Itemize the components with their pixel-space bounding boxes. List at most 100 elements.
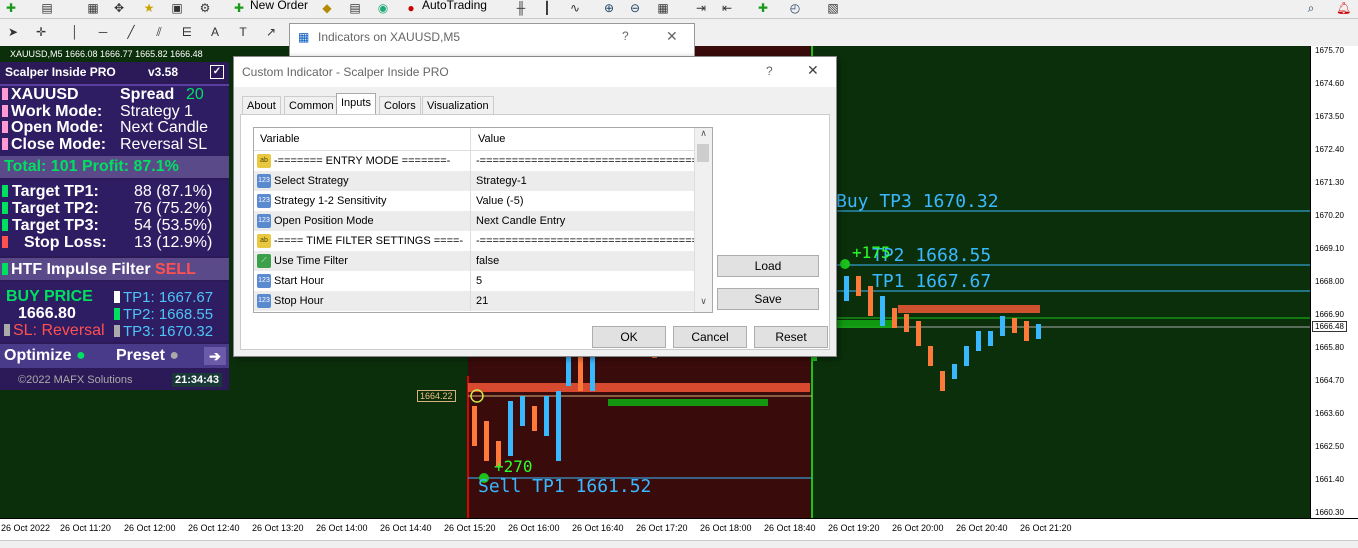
target-row: Stop Loss: 13 (12.9%) (0, 234, 229, 252)
options-icon[interactable]: ▤ (348, 1, 362, 15)
dialog-title: Custom Indicator - Scalper Inside PRO (242, 65, 449, 79)
time-tick: 26 Oct 20:00 (892, 523, 944, 533)
target-row: Target TP3: 54 (53.5%) (0, 217, 229, 235)
reset-button[interactable]: Reset (754, 326, 828, 348)
input-row[interactable]: ab -==== TIME FILTER SETTINGS ====- -=====… (254, 231, 695, 251)
zoom-out-icon[interactable]: ⊖ (628, 1, 642, 15)
panel-checkbox-icon[interactable]: ✓ (210, 65, 224, 79)
preset-button[interactable]: Preset ● (116, 347, 179, 365)
optimize-button[interactable]: Optimize ● (4, 347, 86, 365)
indicators-close-button[interactable]: ✕ (666, 28, 678, 45)
candles-icon[interactable]: ┃ (540, 1, 554, 15)
target-value: 88 (87.1%) (134, 183, 213, 200)
cursor-icon[interactable]: ➤ (6, 25, 20, 39)
scroll-thumb[interactable] (697, 144, 709, 162)
tab-visualization[interactable]: Visualization (422, 96, 494, 115)
horizontal-line-icon[interactable]: ─ (96, 25, 110, 39)
autotrading-icon[interactable]: ● (404, 1, 418, 15)
alert-icon[interactable]: 🔔︎ (1336, 1, 1351, 15)
next-arrow-icon[interactable]: ➔ (204, 347, 226, 365)
input-row[interactable]: 123 Open Position Mode Next Candle Entry (254, 211, 695, 231)
tab-common[interactable]: Common (284, 96, 339, 115)
signals-icon[interactable]: ◉ (376, 1, 390, 15)
input-row[interactable]: 123 Select Strategy Strategy-1 (254, 171, 695, 191)
cancel-button[interactable]: Cancel (673, 326, 747, 348)
indicators-help-button[interactable]: ? (622, 29, 629, 43)
autotrading-button[interactable]: AutoTrading (422, 0, 487, 12)
tester-icon[interactable]: ⚙ (198, 1, 212, 15)
target-value: 13 (12.9%) (134, 234, 213, 251)
input-variable: Start Hour (274, 275, 325, 287)
buy-tp-hit-marker (840, 259, 850, 269)
arrows-icon[interactable]: ↗ (264, 25, 278, 39)
autoscroll-icon[interactable]: ⇥ (694, 1, 708, 15)
text-icon[interactable]: A (208, 25, 222, 39)
indicators-dialog: ▦ Indicators on XAUUSD,M5 ? ✕ (289, 23, 695, 59)
preset-dot-icon: ● (169, 347, 180, 364)
line-chart-icon[interactable]: ∿ (568, 1, 582, 15)
terminal-icon[interactable]: ▣ (170, 1, 184, 15)
input-row[interactable]: 123 Strategy 1-2 Sensitivity Value (-5) (254, 191, 695, 211)
profiles-icon[interactable]: ▤ (40, 1, 54, 15)
input-variable: Open Position Mode (274, 215, 374, 227)
panel-version: v3.58 (148, 65, 179, 79)
periods-icon[interactable]: ◴ (788, 1, 802, 15)
price-tick: 1662.50 (1315, 442, 1344, 451)
scroll-down-icon[interactable]: ∨ (695, 296, 712, 310)
load-button[interactable]: Load (717, 255, 819, 277)
fibonacci-icon[interactable]: ⋿ (180, 25, 194, 39)
dialog-close-button[interactable]: ✕ (807, 62, 819, 79)
input-value[interactable]: Strategy-1 (476, 171, 694, 191)
input-value[interactable]: Value (-5) (476, 191, 694, 211)
channel-icon[interactable]: ⫽ (152, 25, 166, 39)
new-order-icon[interactable]: ✚ (232, 1, 246, 15)
time-tick: 26 Oct 21:20 (1020, 523, 1072, 533)
scroll-up-icon[interactable]: ∧ (695, 128, 712, 142)
metaeditor-icon[interactable]: ◆ (320, 1, 334, 15)
templates-icon[interactable]: ▧ (826, 1, 840, 15)
indicators-dialog-icon: ▦ (298, 30, 310, 44)
buy-price-value: 1666.80 (18, 305, 76, 322)
text-label-icon[interactable]: T (236, 25, 250, 39)
main-toolbar: ✚ ▤ ▦ ✥ ★ ▣ ⚙ ✚ New Order ◆ ▤ ◉ ● AutoTr… (0, 0, 1358, 19)
input-row[interactable]: ab -======= ENTRY MODE =======- -=========… (254, 151, 695, 171)
input-row[interactable]: ⟋ Use Time Filter false (254, 251, 695, 271)
input-row[interactable]: 123 Start Hour 5 (254, 271, 695, 291)
indicators-icon[interactable]: ✚ (756, 1, 770, 15)
new-chart-icon[interactable]: ✚ (4, 1, 18, 15)
tab-colors[interactable]: Colors (379, 96, 421, 115)
navigator-icon[interactable]: ✥ (112, 1, 126, 15)
ok-button[interactable]: OK (592, 326, 666, 348)
input-value[interactable]: Next Candle Entry (476, 211, 694, 231)
inputs-tab-content: Variable Value ab -======= ENTRY MODE ===… (240, 114, 830, 350)
buy-price-label: BUY PRICE (6, 288, 93, 305)
panel-symbol: XAUUSD (11, 86, 79, 103)
chart-shift-icon[interactable]: ⇤ (720, 1, 734, 15)
tile-windows-icon[interactable]: ▦ (656, 1, 670, 15)
tab-about[interactable]: About (242, 96, 281, 115)
input-value[interactable]: 5 (476, 271, 694, 291)
input-row[interactable]: 123 Stop Hour 21 (254, 291, 695, 311)
sell-stop-band (468, 383, 810, 392)
trendline-icon[interactable]: ╱ (124, 25, 138, 39)
market-watch-icon[interactable]: ▦ (86, 1, 100, 15)
crosshair-icon[interactable]: ✛ (34, 25, 48, 39)
grid-scrollbar[interactable]: ∧ ∨ (694, 128, 712, 312)
new-order-button[interactable]: New Order (250, 0, 308, 12)
input-value[interactable]: -=====================================- (476, 151, 694, 171)
search-icon[interactable]: ⌕ (1304, 1, 1318, 15)
buy-stop-band (898, 305, 1040, 313)
bar-chart-icon[interactable]: ╫ (514, 1, 528, 15)
save-button[interactable]: Save (717, 288, 819, 310)
input-value[interactable]: 21 (476, 291, 694, 311)
vertical-line-icon[interactable]: │ (68, 25, 82, 39)
tab-inputs[interactable]: Inputs (336, 93, 376, 115)
number-type-icon: 123 (257, 174, 271, 188)
input-value[interactable]: -=====================================- (476, 231, 694, 251)
zoom-in-icon[interactable]: ⊕ (602, 1, 616, 15)
favorites-icon[interactable]: ★ (142, 1, 156, 15)
indicators-dialog-title: Indicators on XAUUSD,M5 (318, 30, 461, 44)
time-tick: 26 Oct 14:00 (316, 523, 368, 533)
input-value[interactable]: false (476, 251, 694, 271)
dialog-help-button[interactable]: ? (766, 64, 773, 78)
